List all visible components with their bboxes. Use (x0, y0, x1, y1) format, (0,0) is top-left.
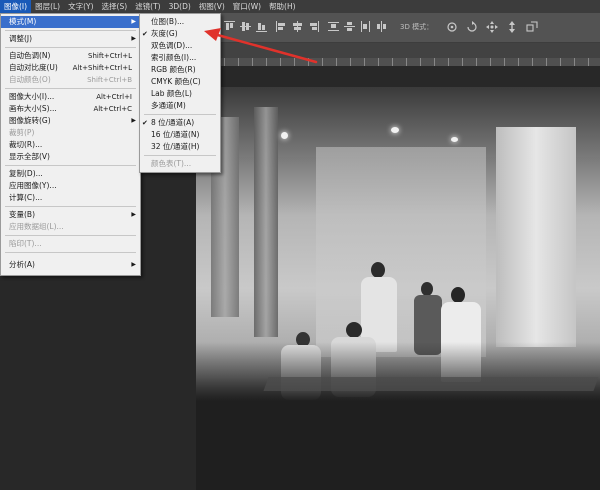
menu-item-image-size[interactable]: 图像大小(I)... Alt+Ctrl+I (1, 91, 140, 103)
menu-item-trap: 陷印(T)... (9, 239, 42, 248)
submenu-arrow-icon: ▶ (131, 18, 136, 25)
3d-rotate-icon[interactable] (446, 21, 458, 33)
menu-view[interactable]: 视图(V) (195, 0, 229, 13)
menu-layer[interactable]: 图层(L) (31, 0, 64, 13)
menu-item-crop: 裁剪(P) (9, 128, 35, 137)
submenu-item-cmyk-color[interactable]: CMYK 颜色(C) (140, 76, 220, 88)
submenu-arrow-icon: ▶ (131, 211, 136, 218)
menu-divider (5, 47, 136, 48)
submenu-item-color-table: 颜色表(T)... (151, 159, 192, 168)
menu-window[interactable]: 窗口(W) (229, 0, 265, 13)
submenu-item-8bit[interactable]: ✔ 8 位/通道(A) (140, 117, 220, 129)
checkmark-icon: ✔ (142, 30, 148, 38)
menu-divider (5, 30, 136, 31)
menu-item-auto-contrast[interactable]: 自动对比度(U) Alt+Shift+Ctrl+L (1, 62, 140, 74)
mode-submenu: 位图(B)... ✔ 灰度(G) 双色调(D)... 索引颜色(I)... RGB… (139, 13, 221, 173)
menu-item-variables[interactable]: 变量(B) ▶ (1, 209, 140, 221)
submenu-divider (144, 155, 216, 156)
3d-scale-icon[interactable] (526, 21, 538, 33)
menu-select[interactable]: 选择(S) (98, 0, 132, 13)
submenu-item-grayscale[interactable]: ✔ 灰度(G) (140, 28, 220, 40)
menu-item-adjustments[interactable]: 调整(J) ▶ (1, 33, 140, 45)
menu-item-mode[interactable]: 模式(M) ▶ (1, 16, 140, 28)
align-top-edges-icon[interactable] (224, 21, 235, 33)
3d-slide-icon[interactable] (506, 21, 518, 33)
distribute-top-icon[interactable] (328, 21, 339, 33)
align-bottom-edges-icon[interactable] (256, 21, 267, 33)
submenu-item-duotone[interactable]: 双色调(D)... (140, 40, 220, 52)
submenu-arrow-icon: ▶ (131, 117, 136, 124)
menu-divider (5, 252, 136, 253)
menu-item-calculations[interactable]: 计算(C)... (1, 192, 140, 204)
align-left-edges-icon[interactable] (276, 21, 287, 33)
submenu-item-bitmap[interactable]: 位图(B)... (140, 16, 220, 28)
checkmark-icon: ✔ (142, 119, 148, 127)
distribute-left-icon[interactable] (360, 21, 371, 33)
menu-3d[interactable]: 3D(D) (165, 0, 195, 13)
menu-divider (5, 206, 136, 207)
menu-help[interactable]: 帮助(H) (265, 0, 300, 13)
menu-item-reveal-all[interactable]: 显示全部(V) (1, 151, 140, 163)
submenu-item-multichannel[interactable]: 多通道(M) (140, 100, 220, 112)
submenu-item-32bit[interactable]: 32 位/通道(H) (140, 141, 220, 153)
menu-item-apply-image[interactable]: 应用图像(Y)... (1, 180, 140, 192)
align-vertical-centers-icon[interactable] (240, 21, 251, 33)
distribute-vertical-centers-icon[interactable] (344, 21, 355, 33)
menu-divider (5, 88, 136, 89)
submenu-arrow-icon: ▶ (131, 261, 136, 268)
3d-mode-label: 3D 模式： (400, 23, 434, 31)
menu-item-auto-color: 自动颜色(O) Shift+Ctrl+B (9, 75, 132, 84)
menu-item-image-rotation[interactable]: 图像旋转(G) ▶ (1, 115, 140, 127)
3d-roll-icon[interactable] (466, 21, 478, 33)
menu-divider (5, 165, 136, 166)
menu-bar: 图像(I) 图层(L) 文字(Y) 选择(S) 滤镜(T) 3D(D) 视图(V… (0, 0, 600, 13)
menu-image[interactable]: 图像(I) (0, 0, 32, 13)
menu-item-auto-tone[interactable]: 自动色调(N) Shift+Ctrl+L (1, 50, 140, 62)
menu-type[interactable]: 文字(Y) (64, 0, 97, 13)
menu-item-canvas-size[interactable]: 画布大小(S)... Alt+Ctrl+C (1, 103, 140, 115)
align-horizontal-centers-icon[interactable] (292, 21, 303, 33)
3d-pan-icon[interactable] (486, 21, 498, 33)
grayscale-office-photo (196, 87, 600, 490)
image-menu-dropdown: 模式(M) ▶ 调整(J) ▶ 自动色调(N) Shift+Ctrl+L 自动对比度(… (0, 13, 141, 276)
menu-item-apply-data-set: 应用数据组(L)... (9, 222, 64, 231)
submenu-item-rgb-color[interactable]: RGB 颜色(R) (140, 64, 220, 76)
submenu-item-16bit[interactable]: 16 位/通道(N) (140, 129, 220, 141)
menu-filter[interactable]: 滤镜(T) (131, 0, 164, 13)
menu-item-analysis[interactable]: 分析(A) ▶ (1, 259, 140, 271)
submenu-arrow-icon: ▶ (131, 35, 136, 42)
menu-item-trim[interactable]: 裁切(R)... (1, 139, 140, 151)
align-right-edges-icon[interactable] (308, 21, 319, 33)
distribute-right-icon[interactable] (376, 21, 387, 33)
submenu-divider (144, 114, 216, 115)
submenu-item-indexed-color[interactable]: 索引颜色(I)... (140, 52, 220, 64)
submenu-item-lab-color[interactable]: Lab 颜色(L) (140, 88, 220, 100)
menu-divider (5, 235, 136, 236)
menu-item-duplicate[interactable]: 复制(D)... (1, 168, 140, 180)
